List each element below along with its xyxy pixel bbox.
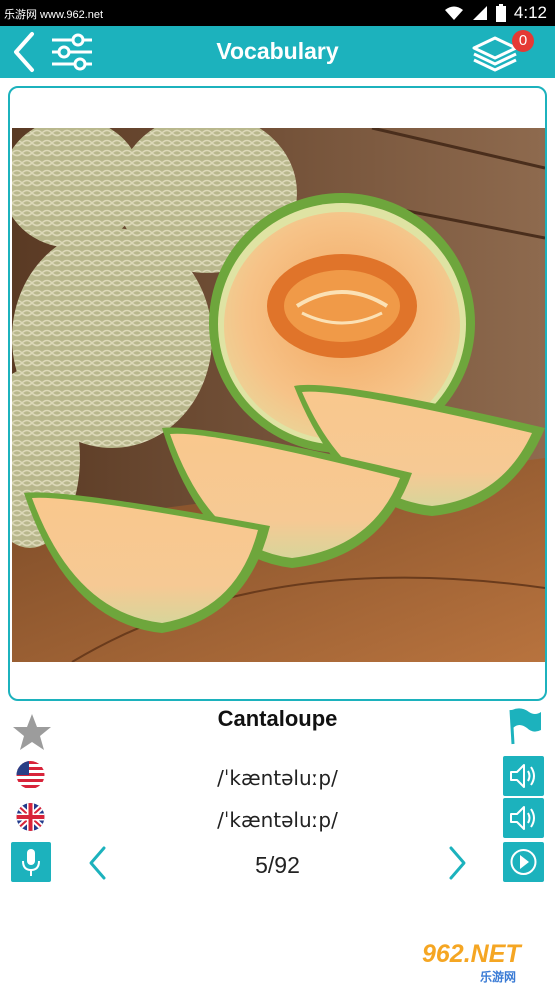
deck-count-badge: 0 [512,30,534,52]
play-us-audio-button[interactable] [503,756,544,796]
us-pronunciation-row: /ˈkæntəluːp/ [0,756,555,796]
navigation-row: 5/92 [0,842,555,884]
autoplay-button[interactable] [503,842,544,882]
status-icons: 4:12 [444,3,547,23]
play-icon [510,849,537,875]
battery-icon [495,4,506,22]
word-counter: 5/92 [255,852,300,878]
uk-pronunciation: /ˈkæntəluːp/ [217,808,338,832]
speaker-icon [510,764,535,788]
status-time: 4:12 [513,3,547,22]
signal-icon [472,6,487,20]
status-bar: 乐游网 www.962.net 4:12 [0,0,555,26]
play-uk-audio-button[interactable] [503,798,544,838]
word-card[interactable] [8,86,547,701]
deck-button[interactable]: 0 [470,30,534,74]
watermark-logo-text: 962.NET [422,940,521,968]
wifi-icon [444,6,463,20]
site-watermark: 962.NET 乐游网 [418,940,550,986]
us-pronunciation: /ˈkæntəluːp/ [217,766,338,790]
vocabulary-word: Cantaloupe [217,706,338,731]
speaker-icon [510,806,535,830]
next-word-button[interactable] [443,844,471,882]
report-button[interactable] [503,706,543,746]
flag-icon [509,708,541,745]
cantaloupe-image [12,128,545,662]
chevron-right-icon [449,846,466,880]
uk-pronunciation-row: /ˈkæntəluːp/ [0,798,555,838]
vocabulary-screen: 乐游网 www.962.net 4:12 Vocabulary 0 Cantal… [0,0,555,988]
status-watermark: 乐游网 www.962.net [4,9,104,21]
app-toolbar: Vocabulary 0 [0,26,555,78]
watermark-site-name: 乐游网 [480,970,517,984]
